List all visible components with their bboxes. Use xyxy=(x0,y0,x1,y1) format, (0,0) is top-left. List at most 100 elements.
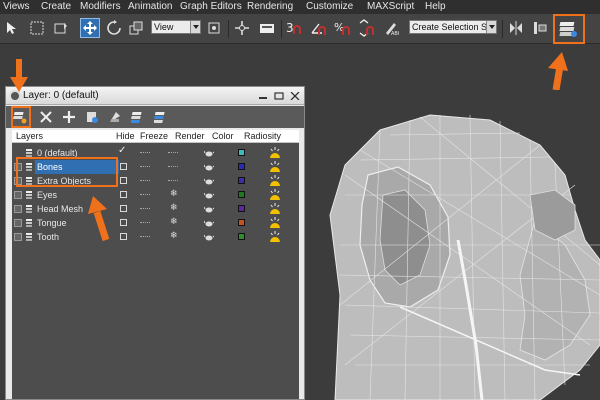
column-layers[interactable]: Layers xyxy=(16,130,43,142)
edit-named-selection-icon[interactable]: ABC xyxy=(381,18,401,38)
freeze-toggle[interactable] xyxy=(168,166,178,167)
layer-name[interactable]: Tooth xyxy=(37,230,59,244)
freeze-unfreeze-all-icon[interactable] xyxy=(153,109,169,125)
column-color[interactable]: Color xyxy=(212,130,234,142)
hide-dash xyxy=(140,152,150,153)
layer-row[interactable]: Tooth ❄ xyxy=(12,230,299,244)
hide-dash xyxy=(140,194,150,195)
highlight-selected-icon[interactable] xyxy=(107,109,123,125)
menu-modifiers[interactable]: Modifiers xyxy=(80,0,121,14)
layer-manager-dialog: Layer: 0 (default) Layers Hide Freeze Re… xyxy=(5,86,305,400)
layer-row[interactable]: Eyes ❄ xyxy=(12,188,299,202)
align-icon[interactable] xyxy=(530,18,550,38)
layer-color-swatch[interactable] xyxy=(238,163,245,170)
radiosity-icon[interactable] xyxy=(269,146,281,160)
snaps-label: 3 xyxy=(286,21,294,35)
select-by-name-icon[interactable] xyxy=(27,18,47,38)
column-hide[interactable]: Hide xyxy=(116,130,135,142)
freeze-toggle[interactable] xyxy=(168,180,178,181)
hide-dash xyxy=(140,166,150,167)
select-and-rotate-icon[interactable] xyxy=(104,18,124,38)
hide-toggle[interactable] xyxy=(120,219,127,226)
freeze-snowflake-icon[interactable]: ❄ xyxy=(170,189,178,199)
expand-icon[interactable] xyxy=(14,233,22,241)
mirror-icon[interactable] xyxy=(506,18,526,38)
hide-toggle[interactable] xyxy=(120,177,127,184)
hide-unhide-all-icon[interactable] xyxy=(130,109,146,125)
freeze-snowflake-icon[interactable]: ❄ xyxy=(170,217,178,227)
menu-views[interactable]: Views xyxy=(3,0,30,14)
menu-animation[interactable]: Animation xyxy=(128,0,172,14)
delete-layer-icon[interactable] xyxy=(38,109,54,125)
layer-name[interactable]: Eyes xyxy=(37,188,57,202)
hide-dash xyxy=(140,222,150,223)
expand-icon[interactable] xyxy=(14,219,22,227)
layer-icon xyxy=(26,205,32,213)
menu-graph-editors[interactable]: Graph Editors xyxy=(180,0,242,14)
layer-row[interactable]: Head Mesh ❄ xyxy=(12,202,299,216)
layer-color-swatch[interactable] xyxy=(238,219,245,226)
radiosity-icon[interactable] xyxy=(269,202,281,216)
close-icon[interactable] xyxy=(288,91,302,101)
hide-toggle[interactable] xyxy=(120,233,127,240)
radiosity-icon[interactable] xyxy=(269,160,281,174)
add-to-layer-icon[interactable] xyxy=(61,109,77,125)
maximize-icon[interactable] xyxy=(272,91,286,101)
select-object-icon[interactable] xyxy=(2,18,22,38)
layer-name[interactable]: Head Mesh xyxy=(37,202,83,216)
menu-help[interactable]: Help xyxy=(425,0,446,14)
layer-color-swatch[interactable] xyxy=(238,177,245,184)
hide-toggle[interactable] xyxy=(120,205,127,212)
freeze-snowflake-icon[interactable]: ❄ xyxy=(170,203,178,213)
select-highlighted-icon[interactable] xyxy=(84,109,100,125)
teapot-render-icon[interactable] xyxy=(204,177,214,185)
select-and-scale-icon[interactable] xyxy=(126,18,146,38)
layer-color-swatch[interactable] xyxy=(238,149,245,156)
named-selection-sets-select[interactable]: Create Selection Se xyxy=(409,20,497,34)
layer-color-swatch[interactable] xyxy=(238,205,245,212)
select-and-move-icon[interactable] xyxy=(80,18,100,38)
column-freeze[interactable]: Freeze xyxy=(140,130,168,142)
column-render[interactable]: Render xyxy=(175,130,205,142)
hide-toggle[interactable] xyxy=(120,191,127,198)
teapot-render-icon[interactable] xyxy=(204,233,214,241)
percent-snap-icon[interactable]: % xyxy=(333,18,353,38)
menu-maxscript[interactable]: MAXScript xyxy=(367,0,414,14)
freeze-snowflake-icon[interactable]: ❄ xyxy=(170,231,178,241)
column-radiosity[interactable]: Radiosity xyxy=(244,130,281,142)
layer-row[interactable]: Tongue ❄ xyxy=(12,216,299,230)
expand-icon[interactable] xyxy=(14,191,22,199)
dialog-title-bar[interactable]: Layer: 0 (default) xyxy=(6,87,304,105)
menu-customize[interactable]: Customize xyxy=(306,0,353,14)
arrow-to-create-layer xyxy=(10,59,28,92)
layer-color-swatch[interactable] xyxy=(238,233,245,240)
spinner-snap-icon[interactable] xyxy=(357,18,377,38)
radiosity-icon[interactable] xyxy=(269,188,281,202)
manage-layers-highlight xyxy=(553,14,585,44)
hide-dash xyxy=(140,208,150,209)
freeze-toggle[interactable] xyxy=(168,152,178,153)
radiosity-icon[interactable] xyxy=(269,174,281,188)
rectangular-selection-icon[interactable] xyxy=(51,18,71,38)
layer-name[interactable]: Tongue xyxy=(37,216,67,230)
teapot-render-icon[interactable] xyxy=(204,149,214,157)
minimize-icon[interactable] xyxy=(256,91,270,101)
radiosity-icon[interactable] xyxy=(269,230,281,244)
current-layer-check-icon[interactable]: ✓ xyxy=(118,145,126,156)
layer-color-swatch[interactable] xyxy=(238,191,245,198)
keyboard-shortcut-icon[interactable] xyxy=(257,18,277,38)
reference-coordinate-select[interactable]: View xyxy=(151,20,201,34)
angle-snap-icon[interactable] xyxy=(309,18,329,38)
hide-toggle[interactable] xyxy=(120,163,127,170)
menu-create[interactable]: Create xyxy=(41,0,71,14)
menu-rendering[interactable]: Rendering xyxy=(247,0,293,14)
teapot-render-icon[interactable] xyxy=(204,205,214,213)
pivot-center-icon[interactable] xyxy=(204,18,224,38)
select-and-manipulate-icon[interactable] xyxy=(232,18,252,38)
teapot-render-icon[interactable] xyxy=(204,219,214,227)
snaps-toggle-icon[interactable]: 3 xyxy=(284,18,304,38)
teapot-render-icon[interactable] xyxy=(204,163,214,171)
teapot-render-icon[interactable] xyxy=(204,191,214,199)
radiosity-icon[interactable] xyxy=(269,216,281,230)
expand-icon[interactable] xyxy=(14,205,22,213)
